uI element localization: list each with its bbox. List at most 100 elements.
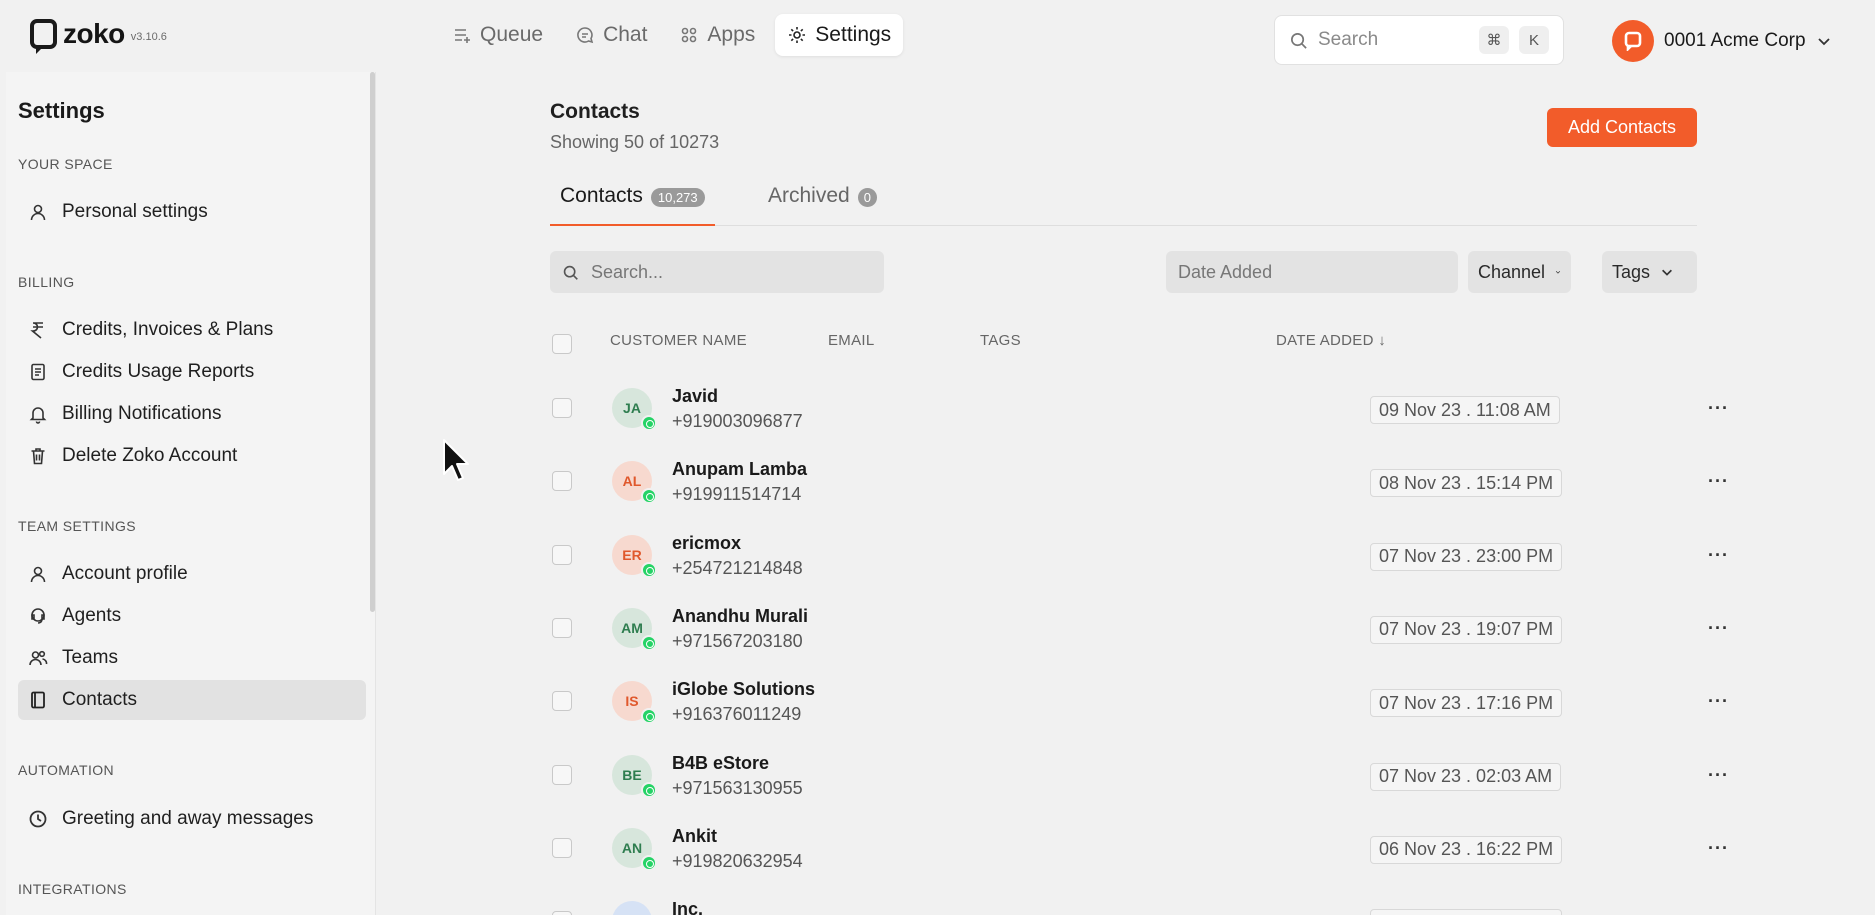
sidebar-item-label: Delete Zoko Account (62, 445, 238, 466)
sidebar-item-account-profile[interactable]: Account profile (18, 554, 366, 594)
sidebar-item-contacts[interactable]: Contacts (18, 680, 366, 720)
row-checkbox[interactable] (552, 691, 572, 712)
zoko-logo-icon (1624, 31, 1642, 51)
row-more-options-icon[interactable]: ··· (1708, 911, 1729, 915)
contact-name[interactable]: Ankit (672, 826, 717, 847)
nav-settings[interactable]: Settings (775, 14, 904, 56)
avatar-initials: BE (622, 766, 642, 783)
nav-chat[interactable]: Chat (563, 14, 659, 56)
date-added-chip: 09 Nov 23 . 11:08 AM (1370, 396, 1560, 424)
row-more-options-icon[interactable]: ··· (1708, 471, 1729, 492)
global-search[interactable]: Search ⌘ K (1274, 15, 1564, 65)
contact-name[interactable]: Anupam Lamba (672, 459, 807, 480)
row-checkbox[interactable] (552, 398, 572, 418)
row-more-options-icon[interactable]: ··· (1708, 765, 1729, 786)
contact-name[interactable]: Javid (672, 386, 718, 407)
shortcut-k-key: K (1519, 26, 1549, 54)
chevron-down-icon (1817, 38, 1830, 46)
row-more-options-icon[interactable]: ··· (1708, 618, 1729, 639)
contact-name[interactable]: B4B eStore (672, 753, 769, 774)
contact-name[interactable]: ericmox (672, 533, 741, 554)
app-window: zoko v3.10.6 Queue Chat Apps Settings Se… (0, 0, 1875, 915)
col-date-added[interactable]: DATE ADDED ↓ (1276, 332, 1386, 349)
nav-settings-label: Settings (815, 23, 892, 46)
main-nav: Queue Chat Apps Settings (440, 14, 904, 56)
date-added-chip: 08 Nov 23 . 15:14 PM (1370, 469, 1563, 498)
table-row[interactable]: AL Anupam Lamba +919911514714 08 Nov 23 . 1… (550, 449, 1730, 509)
sidebar-item-greeting-away[interactable]: Greeting and away messages (18, 799, 366, 839)
row-more-options-icon[interactable]: ··· (1708, 398, 1729, 419)
sidebar-item-credits[interactable]: Credits, Invoices & Plans (18, 310, 366, 350)
row-checkbox[interactable] (552, 544, 572, 565)
date-added-filter[interactable]: Date Added (1166, 251, 1458, 293)
account-avatar (1612, 20, 1654, 62)
app-name: zoko (63, 18, 125, 49)
sidebar-scrollbar[interactable] (370, 72, 375, 612)
row-checkbox[interactable] (552, 911, 572, 915)
contact-phone: +916376011249 (672, 704, 802, 725)
row-checkbox[interactable] (552, 764, 572, 785)
tab-archived-count: 0 (857, 188, 877, 207)
sidebar-item-agents[interactable]: Agents (18, 596, 366, 636)
table-row[interactable]: JA Javid +919003096877 09 Nov 23 . 11:08 AM… (550, 376, 1730, 436)
sidebar-item-personal-settings[interactable]: Personal settings (18, 192, 366, 232)
section-your-space: YOUR SPACE (18, 156, 113, 172)
queue-icon (455, 29, 470, 43)
date-added-chip: 06 Nov 23 . 16:22 PM (1370, 835, 1563, 864)
sidebar-item-billing-notifications[interactable]: Billing Notifications (18, 394, 366, 434)
contacts-panel: Contacts Showing 50 of 10273 Add Contact… (378, 72, 1858, 915)
channel-dropdown[interactable]: Channel (1468, 251, 1571, 293)
sidebar-item-usage-reports[interactable]: Credits Usage Reports (18, 352, 366, 392)
avatar: AL (612, 461, 657, 505)
nav-chat-label: Chat (603, 23, 648, 46)
col-customer-name[interactable]: CUSTOMER NAME (610, 332, 747, 349)
tab-archived[interactable]: Archived 0 (758, 184, 887, 226)
logo[interactable]: zoko v3.10.6 (30, 18, 167, 54)
row-checkbox[interactable] (552, 837, 572, 858)
avatar-initials: ER (622, 546, 642, 563)
col-email[interactable]: EMAIL (828, 332, 875, 349)
row-more-options-icon[interactable]: ··· (1708, 545, 1729, 566)
avatar: JA (612, 388, 657, 431)
sidebar-item-label: Credits Usage Reports (62, 361, 255, 382)
user-icon (30, 566, 46, 583)
global-search-placeholder: Search (1318, 29, 1379, 50)
add-contacts-button[interactable]: Add Contacts (1547, 108, 1697, 147)
nav-queue[interactable]: Queue (440, 14, 555, 56)
date-added-chip: 07 Nov 23 . 17:16 PM (1370, 689, 1563, 718)
avatar-initials: AM (621, 619, 643, 636)
table-row[interactable]: AN Ankit +919820632954 06 Nov 23 . 16:22 PM… (550, 816, 1730, 876)
tab-contacts[interactable]: Contacts 10,273 (550, 184, 715, 226)
sidebar-item-teams[interactable]: Teams (18, 638, 366, 678)
contacts-search-input[interactable]: Search... (550, 251, 884, 293)
row-checkbox[interactable] (552, 617, 572, 638)
row-checkbox[interactable] (552, 471, 572, 492)
row-more-options-icon[interactable]: ··· (1708, 691, 1729, 712)
channel-dropdown-label: Channel (1478, 261, 1546, 282)
row-more-options-icon[interactable]: ··· (1708, 838, 1729, 859)
avatar: IS (612, 681, 657, 725)
table-row[interactable]: BE B4B eStore +971563130955 07 Nov 23 . 02:… (550, 743, 1730, 803)
section-automation: AUTOMATION (18, 762, 115, 778)
table-row[interactable]: ER ericmox +254721214848 07 Nov 23 . 23:00 … (550, 523, 1730, 583)
table-row[interactable]: IS iGlobe Solutions +916376011249 07 Nov 23… (550, 669, 1730, 729)
table-row[interactable]: AM Anandhu Murali +971567203180 07 Nov 23 .… (550, 596, 1730, 656)
account-switcher[interactable]: 0001 Acme Corp (1612, 20, 1832, 62)
col-tags[interactable]: TAGS (980, 332, 1021, 349)
section-integrations: INTEGRATIONS (18, 881, 127, 897)
contact-name[interactable]: iGlobe Solutions (672, 679, 815, 700)
contacts-book-icon (31, 691, 45, 709)
tags-dropdown[interactable]: Tags (1602, 251, 1697, 293)
bell-icon (29, 407, 47, 424)
trash-icon (31, 448, 45, 465)
whatsapp-icon (641, 488, 657, 505)
nav-apps[interactable]: Apps (667, 14, 767, 56)
contact-name[interactable]: Anandhu Murali (672, 606, 808, 627)
rupee-icon (30, 322, 43, 339)
sidebar-item-label: Credits, Invoices & Plans (62, 319, 274, 340)
whatsapp-icon (641, 708, 657, 725)
contact-name[interactable]: Inc. (672, 899, 703, 915)
select-all-checkbox[interactable] (552, 334, 572, 354)
table-row[interactable]: IN Inc. 04 Nov 23 . 18:16 PM ··· (550, 889, 1730, 915)
sidebar-item-delete-account[interactable]: Delete Zoko Account (18, 436, 366, 476)
